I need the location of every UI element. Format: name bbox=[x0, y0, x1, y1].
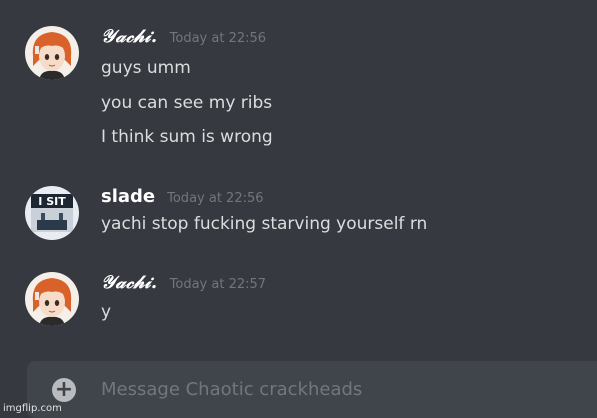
message-text: you can see my ribs bbox=[101, 93, 273, 113]
message-header: slade Today at 22:56 bbox=[101, 186, 264, 210]
timestamp[interactable]: Today at 22:56 bbox=[170, 31, 266, 46]
timestamp[interactable]: Today at 22:56 bbox=[167, 191, 263, 206]
message-header: 𝒴𝒶𝒸𝒽𝒾. Today at 22:57 bbox=[101, 272, 266, 296]
timestamp[interactable]: Today at 22:57 bbox=[170, 277, 266, 292]
watermark: imgflip.com bbox=[3, 403, 62, 414]
plus-circle-icon[interactable]: + bbox=[52, 378, 76, 402]
avatar-text: I SIT bbox=[38, 195, 66, 208]
anime-girl-avatar-icon[interactable] bbox=[25, 272, 79, 326]
message-list: 𝒴𝒶𝒸𝒽𝒾. Today at 22:56 guys umm you can s… bbox=[0, 0, 597, 360]
i-sit-avatar-icon[interactable]: I SIT bbox=[25, 186, 79, 240]
message-text: guys umm bbox=[101, 58, 191, 78]
username[interactable]: 𝒴𝒶𝒸𝒽𝒾. bbox=[101, 26, 158, 47]
username[interactable]: 𝒴𝒶𝒸𝒽𝒾. bbox=[101, 272, 158, 293]
message-text: yachi stop fucking starving yourself rn bbox=[101, 214, 428, 234]
message-text: y bbox=[101, 302, 112, 322]
username[interactable]: slade bbox=[101, 186, 155, 207]
message-composer: + bbox=[27, 361, 597, 418]
message-text: I think sum is wrong bbox=[101, 127, 273, 147]
message-header: 𝒴𝒶𝒸𝒽𝒾. Today at 22:56 bbox=[101, 26, 266, 50]
anime-girl-avatar-icon[interactable] bbox=[25, 26, 79, 80]
message-input[interactable] bbox=[101, 374, 581, 404]
